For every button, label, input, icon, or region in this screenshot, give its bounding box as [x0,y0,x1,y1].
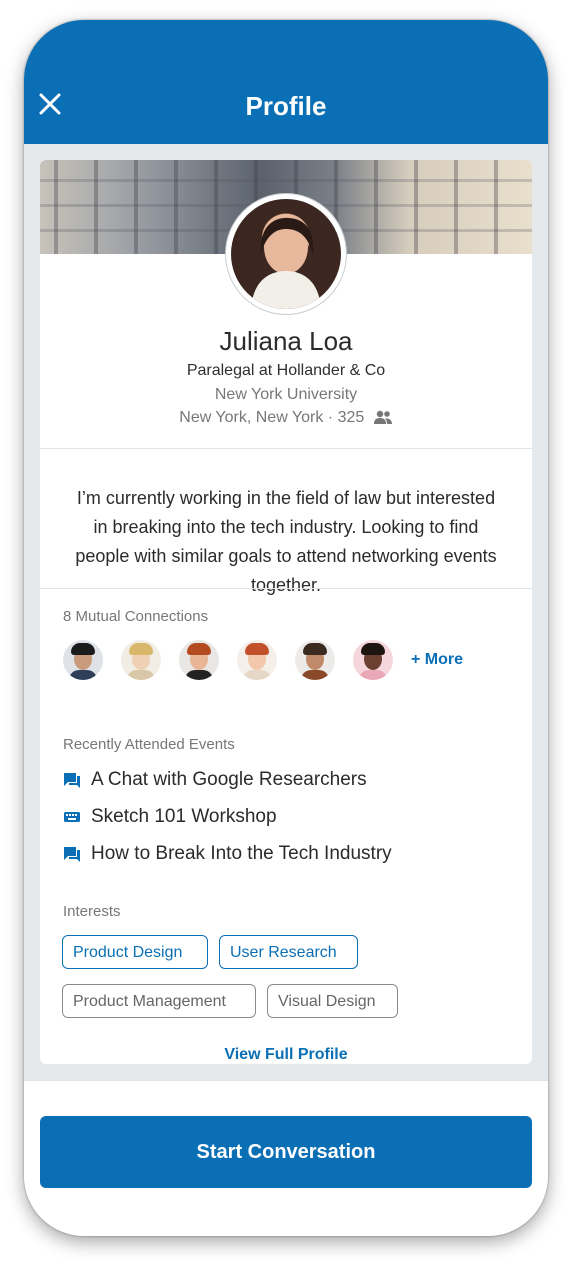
event-item[interactable]: How to Break Into the Tech Industry [63,842,392,866]
avatar[interactable] [121,640,161,680]
mutual-connections-label: 8 Mutual Connections [63,608,209,625]
profile-school: New York University [214,386,358,403]
keyboard-icon [64,812,80,822]
event-title: A Chat with Google Researchers [91,769,367,790]
profile-headline: Paralegal at Hollander & Co [186,362,386,379]
avatar [226,194,346,314]
event-title: Sketch 101 Workshop [91,806,277,827]
profile-card: Juliana Loa Paralegal at Hollander & Co … [40,160,532,1064]
phone-frame: Profile Juliana Loa Paralegal at Holland… [24,20,548,1236]
divider [40,588,532,589]
mutual-connections-list: + More [63,639,463,681]
profile-name: Juliana Loa [219,326,353,356]
interests-label: Interests [63,903,121,920]
interest-tag[interactable]: Visual Design [267,984,398,1018]
interest-tag[interactable]: Product Design [62,935,208,969]
page-title: Profile [245,91,327,121]
avatar[interactable] [179,640,219,680]
event-item[interactable]: Sketch 101 Workshop [63,805,277,829]
interest-tag[interactable]: Product Management [62,984,256,1018]
app-header: Profile [24,20,548,144]
avatar[interactable] [63,640,103,680]
avatar[interactable] [237,640,277,680]
location-row: New York, New York · 325 [40,409,532,427]
chat-icon [64,773,80,788]
profile-photo [231,199,341,309]
avatar[interactable] [295,640,335,680]
more-connections-link[interactable]: + More [411,651,463,669]
start-conversation-button[interactable]: Start Conversation [40,1116,532,1188]
divider [40,448,532,449]
people-icon [373,410,392,424]
event-item[interactable]: A Chat with Google Researchers [63,768,367,792]
interest-tag[interactable]: User Research [219,935,358,969]
profile-bio: I’m currently working in the field of la… [75,488,497,595]
profile-location: New York, New York · 325 [179,409,365,426]
avatar[interactable] [353,640,393,680]
view-full-profile-link[interactable]: View Full Profile [40,1046,532,1064]
chat-icon [64,847,80,862]
events-label: Recently Attended Events [63,736,235,753]
event-title: How to Break Into the Tech Industry [91,843,392,864]
